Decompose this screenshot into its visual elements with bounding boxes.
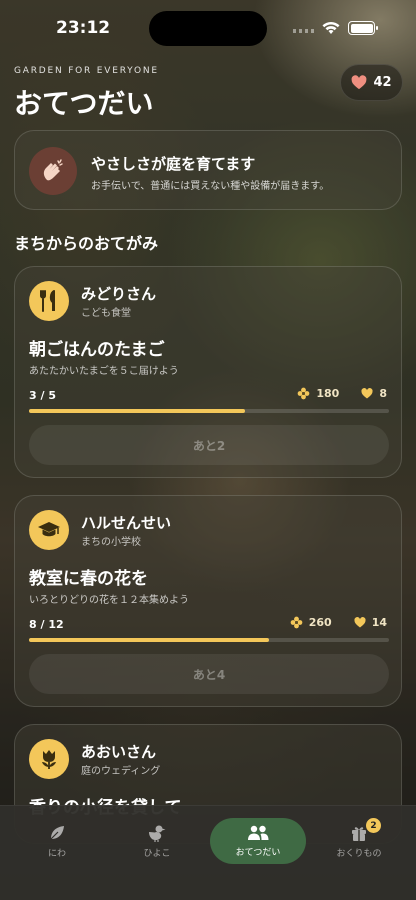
page-title: おてつだい [14, 87, 154, 120]
tab-label: おくりもの [336, 848, 382, 859]
task-description: あたたかいたまごを５こ届けよう [29, 366, 179, 377]
flower-icon [298, 387, 310, 400]
reward-hearts: 14 [371, 616, 387, 629]
hearts-count: 42 [373, 75, 392, 90]
progress-fill [29, 409, 245, 413]
section-title: まちからのおてがみ [14, 234, 159, 253]
progress-fill [29, 638, 269, 642]
kindness-banner: やさしさが庭を育てます お手伝いで、普通には買えない種や設備が届きます。 [14, 130, 402, 210]
status-time: 23:12 [56, 18, 111, 38]
people-icon [248, 825, 269, 840]
hearts-counter[interactable]: 42 [340, 64, 403, 101]
reward-flowers: 180 [316, 387, 340, 400]
flower-icon [290, 616, 303, 629]
cellular-signal-icon [293, 29, 315, 33]
battery-icon [348, 21, 378, 35]
request-card[interactable]: みどりさん こども食堂 朝ごはんのたまご あたたかいたまごを５こ届けよう 3 /… [14, 266, 402, 478]
app-eyebrow: GARDEN FOR EVERYONE [14, 66, 159, 76]
banner-subtitle: お手伝いで、普通には買えない種や設備が届きます。 [91, 181, 330, 192]
tab-label: ひよこ [143, 848, 171, 859]
requester-org: 庭のウェディング [81, 766, 161, 777]
progress-text: 3 / 5 [29, 389, 56, 402]
task-title: 朝ごはんのたまご [29, 340, 165, 360]
task-description: いろとりどりの花を１２本集めよう [29, 595, 189, 606]
task-title: 教室に春の花を [29, 569, 148, 589]
dynamic-island [149, 11, 267, 46]
tab-label: にわ [47, 848, 66, 859]
requester-org: まちの小学校 [81, 537, 141, 548]
requester-name: あおいさん [81, 743, 157, 761]
chick-icon [149, 825, 166, 842]
request-card[interactable]: ハルせんせい まちの小学校 教室に春の花を いろとりどりの花を１２本集めよう 8… [14, 495, 402, 707]
rewards: 180 8 [297, 387, 387, 400]
clapping-hands-icon [29, 147, 77, 195]
reward-flowers: 260 [308, 616, 332, 629]
heart-icon [352, 75, 367, 90]
tab-label: おてつだい [235, 847, 281, 858]
heart-icon [361, 388, 373, 399]
progress-bar [29, 409, 389, 413]
fork-knife-icon [29, 281, 69, 321]
reward-hearts: 8 [379, 387, 387, 400]
rewards: 260 14 [290, 616, 387, 629]
wifi-icon [322, 21, 340, 34]
requester-org: こども食堂 [81, 308, 131, 319]
heart-icon [354, 617, 366, 628]
remaining-button[interactable]: あと4 [29, 654, 389, 694]
gift-badge: 2 [366, 818, 381, 833]
tab-okurimono[interactable]: おくりもの 2 [311, 818, 407, 864]
status-bar: 23:12 [0, 0, 416, 56]
tab-niwa[interactable]: にわ [9, 818, 105, 864]
leaf-icon [50, 825, 64, 839]
banner-title: やさしさが庭を育てます [91, 155, 256, 173]
requester-name: みどりさん [81, 285, 157, 303]
progress-text: 8 / 12 [29, 618, 64, 631]
graduation-cap-icon [29, 510, 69, 550]
tab-bar: にわ ひよこ おてつだい おくりもの 2 [0, 805, 416, 900]
progress-bar [29, 638, 389, 642]
tab-otetsudai[interactable]: おてつだい [210, 818, 306, 864]
requester-name: ハルせんせい [81, 514, 172, 532]
tulip-icon [29, 739, 69, 779]
remaining-button[interactable]: あと2 [29, 425, 389, 465]
tab-hiyoko[interactable]: ひよこ [109, 818, 205, 864]
